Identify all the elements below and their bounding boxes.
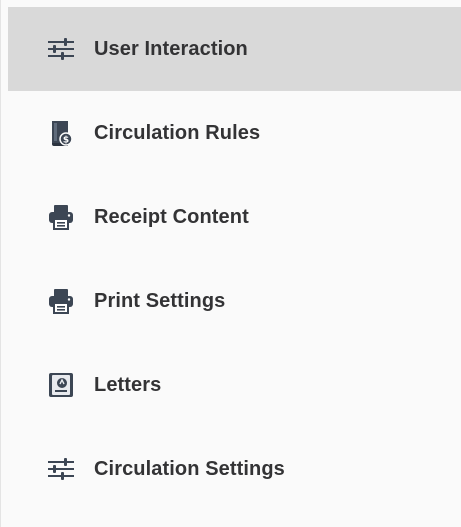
sidebar-item-label: Letters — [94, 373, 162, 396]
sidebar-item-label: Receipt Content — [94, 205, 249, 228]
sidebar-item-letters[interactable]: Letters — [8, 343, 461, 427]
sidebar-item-label: User Interaction — [94, 37, 248, 60]
sidebar-item-label: Circulation Rules — [94, 121, 261, 144]
sliders-icon — [46, 454, 76, 484]
sidebar-item-label: Circulation Settings — [94, 457, 285, 480]
sidebar-item-user-interaction[interactable]: User Interaction — [8, 7, 461, 91]
sidebar-item-label: Print Settings — [94, 289, 226, 312]
sliders-icon — [46, 34, 76, 64]
settings-sidebar-panel: User Interaction $ Circulation Rules Rec… — [0, 0, 461, 527]
letter-icon — [46, 370, 76, 400]
sidebar-item-receipt-content[interactable]: Receipt Content — [8, 175, 461, 259]
printer-icon — [46, 202, 76, 232]
sidebar-item-circulation-settings[interactable]: Circulation Settings — [8, 427, 461, 511]
svg-text:$: $ — [63, 136, 69, 146]
printer-icon — [46, 286, 76, 316]
rules-book-icon: $ — [46, 118, 76, 148]
sidebar-item-circulation-rules[interactable]: $ Circulation Rules — [8, 91, 461, 175]
sidebar-item-print-settings[interactable]: Print Settings — [8, 259, 461, 343]
settings-menu: User Interaction $ Circulation Rules Rec… — [8, 7, 461, 511]
